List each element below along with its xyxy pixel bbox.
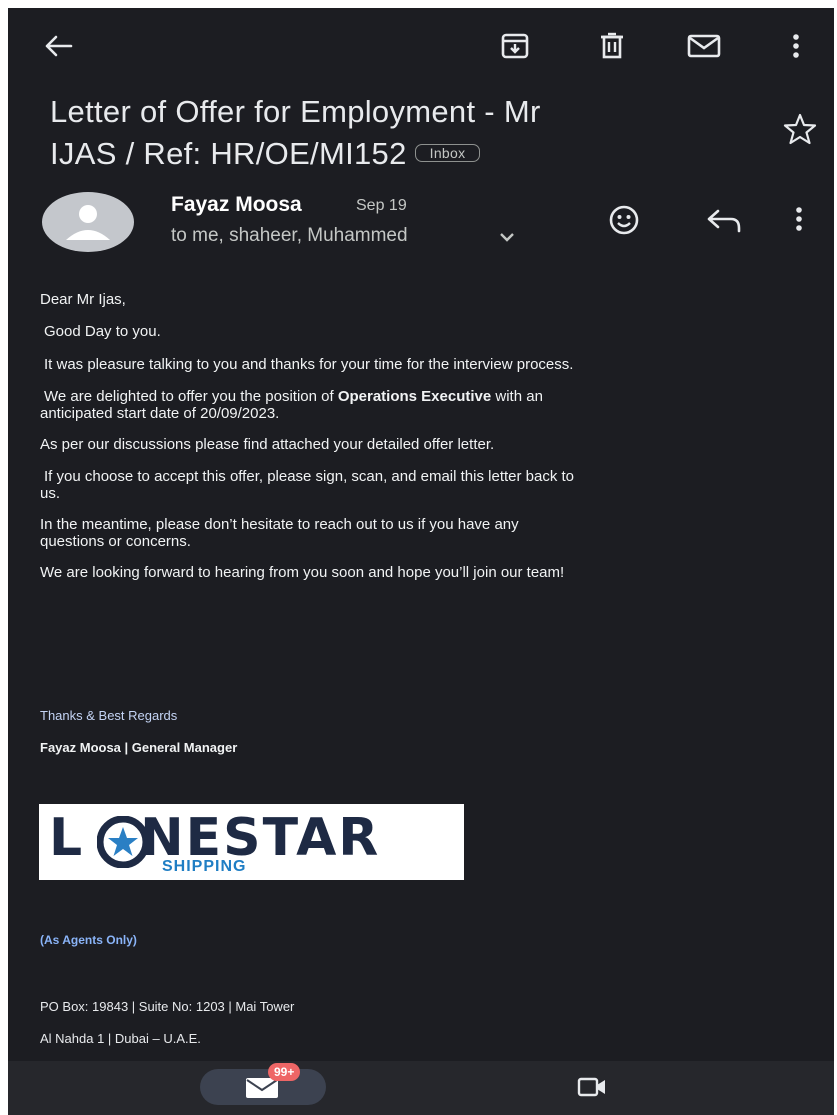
smiley-icon (609, 205, 639, 235)
body-line-6b: questions or concerns. (40, 533, 191, 550)
sender-avatar[interactable] (42, 192, 134, 252)
body-line-6: In the meantime, please don’t hesitate t… (40, 516, 830, 550)
body-line-3-part1: We are delighted to offer you the positi… (44, 388, 338, 405)
signature-thanks: Thanks & Best Regards (40, 708, 178, 723)
message-more-button[interactable] (794, 206, 804, 237)
body-line-1: Good Day to you. (44, 323, 161, 340)
nav-meet-tab[interactable] (577, 1077, 607, 1102)
mark-unread-button[interactable] (684, 26, 724, 66)
sender-name: Fayaz Moosa (171, 193, 302, 216)
inbox-label-chip[interactable]: Inbox (414, 143, 481, 162)
email-date: Sep 19 (356, 197, 407, 214)
video-icon (577, 1077, 605, 1097)
email-screen: Letter of Offer for Employment - Mr IJAS… (8, 8, 834, 1115)
star-icon (783, 113, 817, 145)
body-line-3-part2: with an (491, 388, 543, 405)
subject-line-2: IJAS / Ref: HR/OE/MI152 (50, 136, 407, 171)
body-line-5: If you choose to accept this offer, plea… (40, 468, 834, 502)
email-subject: Letter of Offer for Employment - Mr IJAS… (50, 91, 750, 175)
logo-star-icon (97, 816, 149, 868)
address-line-2: Al Nahda 1 | Dubai – U.A.E. (40, 1031, 201, 1046)
star-button[interactable] (782, 112, 818, 151)
body-line-3-cont: anticipated start date of 20/09/2023. (40, 405, 280, 422)
nav-mail-tab[interactable]: 99+ (200, 1063, 326, 1105)
unread-count-badge: 99+ (268, 1063, 301, 1081)
trash-icon (601, 32, 623, 59)
back-button[interactable] (38, 26, 78, 66)
more-options-button[interactable] (776, 26, 816, 66)
bottom-navigation: 99+ (8, 1061, 834, 1115)
reply-button[interactable] (705, 208, 743, 239)
archive-icon (501, 33, 529, 59)
body-line-5a: If you choose to accept this offer, plea… (44, 468, 575, 485)
body-greeting: Dear Mr Ijas, (40, 291, 126, 308)
more-vert-icon (796, 207, 802, 231)
body-line-2: It was pleasure talking to you and thank… (44, 356, 574, 373)
chevron-down-icon (500, 233, 514, 242)
company-logo: L NESTAR SHIPPING (39, 804, 464, 880)
recipients-line[interactable]: to me, shaheer, Muhammed (171, 225, 408, 247)
arrow-left-icon (45, 35, 73, 57)
logo-subtext: SHIPPING (162, 858, 247, 875)
top-app-bar (8, 8, 834, 84)
reply-icon (707, 209, 741, 233)
body-line-3: We are delighted to offer you the positi… (40, 388, 834, 422)
react-emoji-button[interactable] (608, 204, 640, 241)
body-line-6a: In the meantime, please don’t hesitate t… (40, 516, 519, 533)
body-line-5b: us. (40, 485, 61, 502)
signature-name-title: Fayaz Moosa | General Manager (40, 740, 238, 755)
person-icon (66, 205, 110, 240)
address-line-1: PO Box: 19843 | Suite No: 1203 | Mai Tow… (40, 999, 295, 1014)
archive-button[interactable] (495, 26, 535, 66)
agents-note: (As Agents Only) (40, 933, 137, 947)
more-vert-icon (793, 34, 799, 58)
body-line-7: We are looking forward to hearing from y… (40, 564, 565, 581)
details-expand-button[interactable] (498, 230, 516, 248)
subject-line-1: Letter of Offer for Employment - Mr (50, 94, 541, 129)
body-line-4: As per our discussions please find attac… (40, 436, 495, 453)
mail-icon (687, 34, 721, 58)
delete-button[interactable] (592, 26, 632, 66)
position-title: Operations Executive (337, 388, 492, 405)
